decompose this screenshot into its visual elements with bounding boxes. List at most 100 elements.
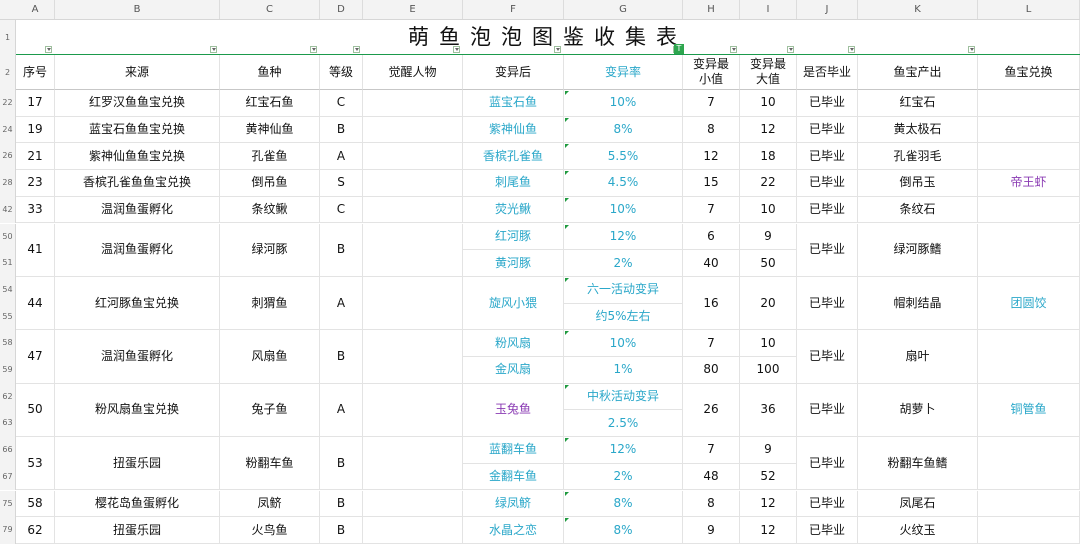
row-number[interactable]: 2 bbox=[0, 55, 16, 90]
column-letter[interactable]: J bbox=[797, 0, 858, 19]
cell-min[interactable]: 48 bbox=[683, 463, 740, 491]
cell-awaken[interactable] bbox=[363, 196, 463, 224]
cell-source[interactable]: 紫神仙鱼鱼宝兑换 bbox=[55, 143, 220, 171]
cell-mutation[interactable]: 粉风扇 bbox=[463, 330, 564, 357]
row-number[interactable]: 63 bbox=[0, 410, 16, 438]
cell-awaken[interactable] bbox=[363, 330, 463, 384]
filter-dropdown-icon[interactable] bbox=[453, 46, 460, 53]
cell-grade[interactable]: C bbox=[320, 90, 363, 117]
row-number[interactable]: 24 bbox=[0, 116, 16, 144]
cell-grade[interactable]: B bbox=[320, 490, 363, 518]
cell-awaken[interactable] bbox=[363, 116, 463, 144]
cell-exchange[interactable] bbox=[978, 143, 1080, 171]
row-number[interactable]: 59 bbox=[0, 357, 16, 384]
column-header[interactable]: 变异最小值 bbox=[683, 55, 740, 90]
cell-rate[interactable]: 8% bbox=[564, 517, 683, 544]
cell-no[interactable]: 44 bbox=[16, 276, 55, 331]
cell-mutation[interactable]: 紫神仙鱼 bbox=[463, 116, 564, 144]
cell-graduated[interactable]: 已毕业 bbox=[797, 383, 858, 438]
cell-awaken[interactable] bbox=[363, 437, 463, 491]
cell-no[interactable]: 62 bbox=[16, 517, 55, 544]
row-number[interactable]: 75 bbox=[0, 490, 16, 518]
cell-grade[interactable]: B bbox=[320, 330, 363, 384]
cell-no[interactable]: 21 bbox=[16, 143, 55, 171]
filter-dropdown-icon[interactable] bbox=[210, 46, 217, 53]
cell-max[interactable]: 50 bbox=[740, 250, 797, 277]
cell-no[interactable]: 41 bbox=[16, 223, 55, 277]
cell-graduated[interactable]: 已毕业 bbox=[797, 330, 858, 384]
cell-rate[interactable]: 2.5% bbox=[564, 410, 683, 438]
cell-source[interactable]: 粉风扇鱼宝兑换 bbox=[55, 383, 220, 438]
cell-grade[interactable]: S bbox=[320, 170, 363, 197]
cell-awaken[interactable] bbox=[363, 276, 463, 331]
cell-grade[interactable]: A bbox=[320, 143, 363, 171]
cell-output[interactable]: 胡萝卜 bbox=[858, 383, 978, 438]
cell-awaken[interactable] bbox=[363, 170, 463, 197]
column-letter[interactable]: B bbox=[55, 0, 220, 19]
row-number[interactable]: 55 bbox=[0, 303, 16, 331]
row-number[interactable]: 79 bbox=[0, 517, 16, 544]
cell-mutation[interactable]: 旋风小猥 bbox=[463, 276, 564, 331]
cell-source[interactable]: 温润鱼蛋孵化 bbox=[55, 223, 220, 277]
cell-max[interactable]: 12 bbox=[740, 116, 797, 144]
row-number[interactable]: 28 bbox=[0, 170, 16, 197]
cell-no[interactable]: 47 bbox=[16, 330, 55, 384]
cell-max[interactable]: 20 bbox=[740, 276, 797, 331]
column-header[interactable]: 是否毕业 bbox=[797, 55, 858, 90]
cell-exchange[interactable] bbox=[978, 116, 1080, 144]
cell-species[interactable]: 红宝石鱼 bbox=[220, 90, 320, 117]
cell-mutation[interactable]: 水晶之恋 bbox=[463, 517, 564, 544]
cell-mutation[interactable]: 金翻车鱼 bbox=[463, 463, 564, 491]
cell-rate[interactable]: 5.5% bbox=[564, 143, 683, 171]
cell-awaken[interactable] bbox=[363, 383, 463, 438]
cell-mutation[interactable]: 玉兔鱼 bbox=[463, 383, 564, 438]
cell-min[interactable]: 9 bbox=[683, 517, 740, 544]
cell-output[interactable]: 凤尾石 bbox=[858, 490, 978, 518]
active-filter-icon[interactable]: T bbox=[674, 44, 684, 54]
column-header[interactable]: 变异率 bbox=[564, 55, 683, 90]
column-header[interactable]: 来源 bbox=[55, 55, 220, 90]
cell-graduated[interactable]: 已毕业 bbox=[797, 437, 858, 491]
cell-exchange[interactable] bbox=[978, 490, 1080, 518]
filter-dropdown-icon[interactable] bbox=[310, 46, 317, 53]
column-header[interactable]: 觉醒人物 bbox=[363, 55, 463, 90]
cell-no[interactable]: 50 bbox=[16, 383, 55, 438]
cell-min[interactable]: 80 bbox=[683, 357, 740, 384]
cell-awaken[interactable] bbox=[363, 490, 463, 518]
cell-output[interactable]: 黄太极石 bbox=[858, 116, 978, 144]
cell-rate[interactable]: 4.5% bbox=[564, 170, 683, 197]
cell-grade[interactable]: B bbox=[320, 223, 363, 277]
cell-output[interactable]: 条纹石 bbox=[858, 196, 978, 224]
cell-graduated[interactable]: 已毕业 bbox=[797, 517, 858, 544]
cell-rate[interactable]: 中秋活动变异 bbox=[564, 383, 683, 411]
column-header[interactable]: 变异最大值 bbox=[740, 55, 797, 90]
row-number[interactable]: 50 bbox=[0, 223, 16, 251]
cell-grade[interactable]: A bbox=[320, 383, 363, 438]
cell-max[interactable]: 10 bbox=[740, 330, 797, 357]
cell-exchange[interactable] bbox=[978, 223, 1080, 277]
column-header[interactable]: 等级 bbox=[320, 55, 363, 90]
column-letter[interactable]: K bbox=[858, 0, 978, 19]
cell-min[interactable]: 6 bbox=[683, 223, 740, 251]
cell-no[interactable]: 17 bbox=[16, 90, 55, 117]
cell-source[interactable]: 温润鱼蛋孵化 bbox=[55, 196, 220, 224]
cell-grade[interactable]: B bbox=[320, 116, 363, 144]
cell-graduated[interactable]: 已毕业 bbox=[797, 90, 858, 117]
row-number[interactable]: 58 bbox=[0, 330, 16, 357]
row-number[interactable]: 51 bbox=[0, 250, 16, 277]
cell-max[interactable]: 22 bbox=[740, 170, 797, 197]
column-header[interactable]: 鱼宝兑换 bbox=[978, 55, 1080, 90]
cell-output[interactable]: 帽刺结晶 bbox=[858, 276, 978, 331]
cell-graduated[interactable]: 已毕业 bbox=[797, 223, 858, 277]
cell-no[interactable]: 33 bbox=[16, 196, 55, 224]
cell-rate[interactable]: 8% bbox=[564, 490, 683, 518]
cell-max[interactable]: 52 bbox=[740, 463, 797, 491]
cell-species[interactable]: 条纹鳅 bbox=[220, 196, 320, 224]
column-letter[interactable]: F bbox=[463, 0, 564, 19]
cell-rate[interactable]: 8% bbox=[564, 116, 683, 144]
cell-species[interactable]: 粉翻车鱼 bbox=[220, 437, 320, 491]
cell-mutation[interactable]: 绿凤鲚 bbox=[463, 490, 564, 518]
row-number[interactable]: 1 bbox=[0, 20, 16, 55]
cell-min[interactable]: 12 bbox=[683, 143, 740, 171]
cell-min[interactable]: 7 bbox=[683, 196, 740, 224]
